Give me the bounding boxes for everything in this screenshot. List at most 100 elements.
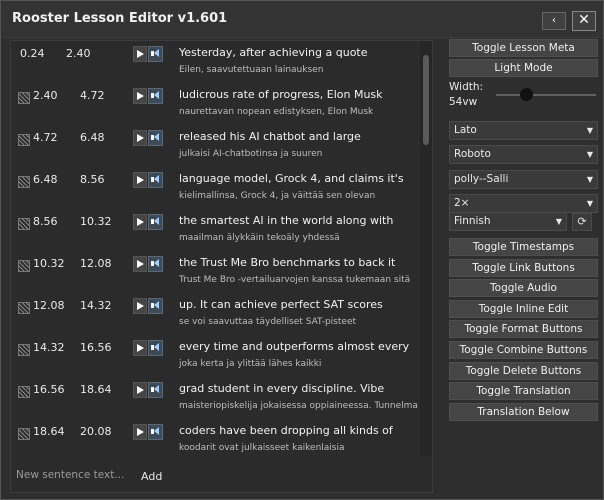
translation-text: Eilen, saavutettuaan lainauksen: [179, 65, 324, 75]
sentence-text[interactable]: Yesterday, after achieving a quote: [179, 46, 368, 59]
font-select-secondary[interactable]: Roboto ▼: [449, 145, 598, 164]
drag-handle-icon[interactable]: [18, 218, 30, 230]
toggle-translation-button[interactable]: Toggle Translation: [449, 382, 598, 401]
timestamp-start[interactable]: 18.64: [33, 425, 65, 438]
play-icon[interactable]: [133, 340, 147, 356]
timestamp-start[interactable]: 16.56: [33, 383, 65, 396]
sentence-text[interactable]: grad student in every discipline. Vibe: [179, 382, 384, 395]
list-item: 16.56 18.64 grad student in every discipli…: [11, 377, 420, 419]
toggle-timestamps-button[interactable]: Toggle Timestamps: [449, 238, 598, 256]
drag-handle-icon[interactable]: [18, 302, 30, 314]
toggle-link-buttons-button[interactable]: Toggle Link Buttons: [449, 258, 598, 277]
close-icon[interactable]: ✕: [572, 11, 596, 31]
drag-handle-icon[interactable]: [18, 260, 30, 272]
sentence-list-panel: 0.24 2.40 Yesterday, after achieving a quo…: [10, 40, 433, 493]
speed-select[interactable]: 2× ▼: [449, 194, 598, 213]
light-mode-button[interactable]: Light Mode: [449, 59, 598, 77]
scrollbar-thumb[interactable]: [423, 55, 429, 145]
play-icon[interactable]: [133, 88, 147, 104]
timestamp-start[interactable]: 6.48: [33, 173, 58, 186]
speaker-icon[interactable]: [148, 298, 163, 314]
play-icon[interactable]: [133, 424, 147, 440]
timestamp-end[interactable]: 18.64: [80, 383, 112, 396]
speaker-icon[interactable]: [148, 172, 163, 188]
list-item: 4.72 6.48 released his AI chatbot and larg…: [11, 125, 420, 167]
refresh-icon[interactable]: ⟳: [572, 213, 592, 231]
timestamp-start[interactable]: 0.24: [20, 47, 45, 60]
toggle-delete-buttons-button[interactable]: Toggle Delete Buttons: [449, 361, 598, 380]
drag-handle-icon[interactable]: [18, 428, 30, 440]
timestamp-start[interactable]: 8.56: [33, 215, 58, 228]
speaker-icon[interactable]: [148, 382, 163, 398]
timestamp-end[interactable]: 10.32: [80, 215, 112, 228]
speaker-icon[interactable]: [148, 88, 163, 104]
toggle-inline-edit-button[interactable]: Toggle Inline Edit: [449, 299, 598, 318]
toggle-format-buttons-button[interactable]: Toggle Format Buttons: [449, 320, 598, 339]
play-icon[interactable]: [133, 172, 147, 188]
play-icon[interactable]: [133, 298, 147, 314]
sentence-text[interactable]: the Trust Me Bro benchmarks to back it: [179, 256, 395, 269]
play-icon[interactable]: [133, 214, 147, 230]
font-select-primary[interactable]: Lato ▼: [449, 121, 598, 140]
play-icon[interactable]: [133, 130, 147, 146]
play-icon[interactable]: [133, 256, 147, 272]
width-value: 54vw: [449, 96, 478, 108]
width-slider-track[interactable]: [496, 94, 596, 96]
add-sentence-button[interactable]: Add: [139, 470, 165, 483]
drag-handle-icon[interactable]: [18, 92, 30, 104]
list-item: 14.32 16.56 every time and outperforms alm…: [11, 335, 420, 377]
play-icon[interactable]: [133, 46, 147, 62]
timestamp-start[interactable]: 14.32: [33, 341, 65, 354]
toggle-lesson-meta-button[interactable]: Toggle Lesson Meta: [449, 39, 598, 57]
drag-handle-icon[interactable]: [18, 344, 30, 356]
sentence-text[interactable]: the smartest AI in the world along with: [179, 214, 393, 227]
speaker-icon[interactable]: [148, 256, 163, 272]
translation-below-button[interactable]: Translation Below: [449, 402, 598, 421]
font-select-secondary-value: Roboto: [454, 148, 491, 160]
chevron-down-icon: ▼: [555, 217, 562, 226]
sentence-text[interactable]: released his AI chatbot and large: [179, 130, 361, 143]
drag-handle-icon[interactable]: [18, 386, 30, 398]
new-sentence-input[interactable]: [12, 466, 136, 484]
sentence-text[interactable]: ludicrous rate of progress, Elon Musk: [179, 88, 383, 101]
sentence-text[interactable]: every time and outperforms almost every: [179, 340, 409, 353]
drag-handle-icon[interactable]: [18, 134, 30, 146]
timestamp-start[interactable]: 10.32: [33, 257, 65, 270]
toggle-audio-button[interactable]: Toggle Audio: [449, 279, 598, 298]
speaker-icon[interactable]: [148, 214, 163, 230]
speaker-icon[interactable]: [148, 46, 163, 62]
timestamp-start[interactable]: 4.72: [33, 131, 58, 144]
sentence-text[interactable]: up. It can achieve perfect SAT scores: [179, 298, 383, 311]
toggle-combine-buttons-button[interactable]: Toggle Combine Buttons: [449, 341, 598, 359]
timestamp-start[interactable]: 12.08: [33, 299, 65, 312]
sentence-list[interactable]: 0.24 2.40 Yesterday, after achieving a quo…: [11, 41, 420, 456]
drag-handle-icon[interactable]: [18, 176, 30, 188]
speaker-icon[interactable]: [148, 130, 163, 146]
chevron-down-icon: ▼: [586, 199, 593, 208]
width-slider-thumb[interactable]: [520, 88, 533, 101]
timestamp-end[interactable]: 20.08: [80, 425, 112, 438]
timestamp-end[interactable]: 4.72: [80, 89, 105, 102]
voice-select[interactable]: polly--Salli ▼: [449, 170, 598, 189]
speaker-icon[interactable]: [148, 340, 163, 356]
timestamp-end[interactable]: 2.40: [66, 47, 91, 60]
translation-text: koodarit ovat julkaisseet kaikenlaisia: [179, 443, 345, 453]
translation-text: kielimallinsa, Grock 4, ja väittää sen o…: [179, 191, 376, 201]
speed-select-value: 2×: [454, 197, 470, 209]
chevron-left-icon[interactable]: ‹: [542, 12, 566, 30]
timestamp-start[interactable]: 2.40: [33, 89, 58, 102]
speaker-icon[interactable]: [148, 424, 163, 440]
sentence-text[interactable]: coders have been dropping all kinds of: [179, 424, 393, 437]
timestamp-end[interactable]: 12.08: [80, 257, 112, 270]
timestamp-end[interactable]: 14.32: [80, 299, 112, 312]
translation-text: maisteriopiskelija jokaisessa oppiainees…: [179, 401, 418, 411]
chevron-down-icon: ▼: [586, 126, 593, 135]
sentence-text[interactable]: language model, Grock 4, and claims it's: [179, 172, 404, 185]
timestamp-end[interactable]: 6.48: [80, 131, 105, 144]
language-select[interactable]: Finnish ▼: [449, 212, 567, 231]
timestamp-end[interactable]: 16.56: [80, 341, 112, 354]
list-item: 10.32 12.08 the Trust Me Bro benchmarks to…: [11, 251, 420, 293]
timestamp-end[interactable]: 8.56: [80, 173, 105, 186]
play-icon[interactable]: [133, 382, 147, 398]
width-label: Width:: [449, 81, 484, 93]
